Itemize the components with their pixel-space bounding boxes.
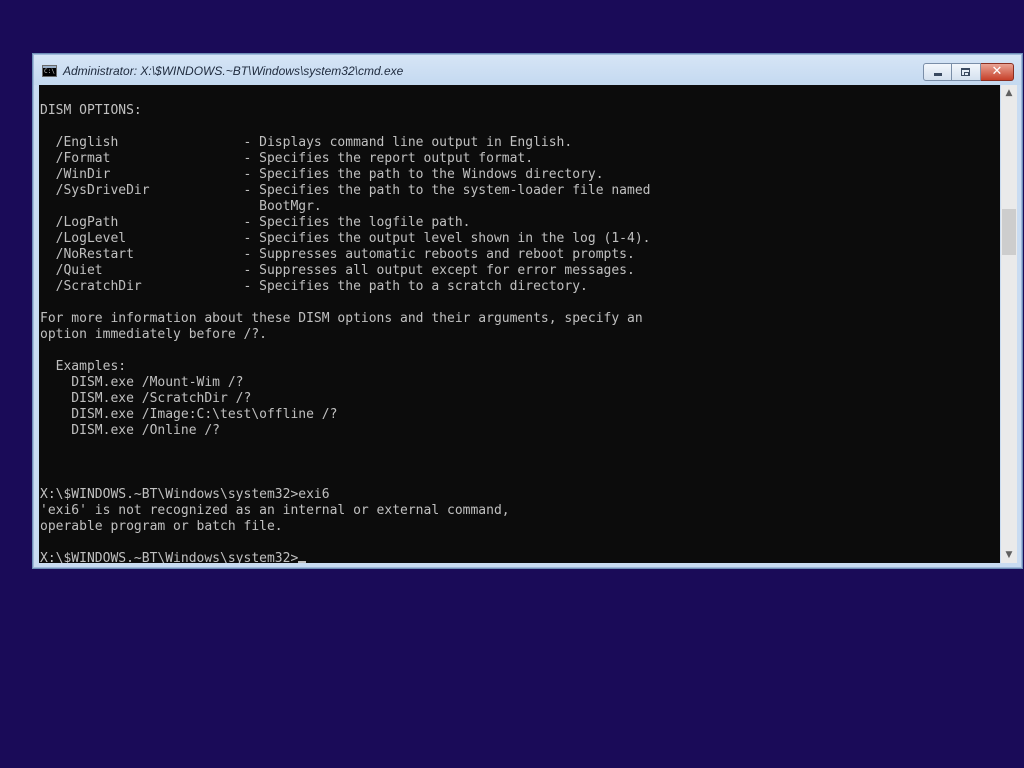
console-line: DISM.exe /Image:C:\test\offline /?	[40, 407, 338, 422]
console-line: DISM.exe /Online /?	[40, 423, 221, 438]
cmd-window[interactable]: Administrator: X:\$WINDOWS.~BT\Windows\s…	[32, 53, 1023, 569]
caption-buttons: ✕	[923, 63, 1014, 81]
console-line: 'exi6' is not recognized as an internal …	[40, 503, 510, 518]
minimize-icon	[934, 73, 942, 76]
console-line: /Quiet - Suppresses all output except fo…	[40, 263, 635, 278]
desktop-background: Administrator: X:\$WINDOWS.~BT\Windows\s…	[0, 0, 1024, 768]
console-output[interactable]: DISM OPTIONS: /English - Displays comman…	[39, 85, 1000, 563]
scroll-up-arrow-icon[interactable]: ▲	[1001, 85, 1017, 101]
minimize-button[interactable]	[923, 63, 952, 81]
console-line: /LogLevel - Specifies the output level s…	[40, 231, 651, 246]
console-line: /Format - Specifies the report output fo…	[40, 151, 534, 166]
maximize-icon	[961, 68, 970, 76]
command-prompt: X:\$WINDOWS.~BT\Windows\system32>	[40, 551, 299, 563]
console-line: /WinDir - Specifies the path to the Wind…	[40, 167, 604, 182]
window-title: Administrator: X:\$WINDOWS.~BT\Windows\s…	[63, 64, 404, 78]
close-button[interactable]: ✕	[981, 63, 1014, 81]
console-line: For more information about these DISM op…	[40, 311, 643, 326]
close-icon: ✕	[991, 64, 1003, 79]
scroll-thumb[interactable]	[1002, 209, 1016, 255]
console-line: DISM OPTIONS:	[40, 103, 142, 118]
vertical-scrollbar[interactable]: ▲ ▼	[1001, 85, 1017, 563]
console-line: BootMgr.	[40, 199, 322, 214]
console-lines: DISM OPTIONS: /English - Displays comman…	[40, 87, 650, 563]
cmd-console-icon[interactable]	[42, 65, 57, 77]
text-cursor	[298, 561, 307, 563]
console-line: DISM.exe /Mount-Wim /?	[40, 375, 244, 390]
console-line: Examples:	[40, 359, 127, 374]
console-line: option immediately before /?.	[40, 327, 267, 342]
title-bar[interactable]: Administrator: X:\$WINDOWS.~BT\Windows\s…	[34, 55, 1021, 85]
console-line: X:\$WINDOWS.~BT\Windows\system32>exi6	[40, 487, 330, 502]
console-line: /LogPath - Specifies the logfile path.	[40, 215, 471, 230]
console-line: /English - Displays command line output …	[40, 135, 573, 150]
console-line: /NoRestart - Suppresses automatic reboot…	[40, 247, 635, 262]
console-line: /SysDriveDir - Specifies the path to the…	[40, 183, 651, 198]
command-prompt-line[interactable]: X:\$WINDOWS.~BT\Windows\system32>	[40, 551, 650, 563]
maximize-button[interactable]	[952, 63, 981, 81]
console-line: /ScratchDir - Specifies the path to a sc…	[40, 279, 588, 294]
console-line: operable program or batch file.	[40, 519, 283, 534]
console-line: DISM.exe /ScratchDir /?	[40, 391, 252, 406]
scroll-down-arrow-icon[interactable]: ▼	[1001, 547, 1017, 563]
